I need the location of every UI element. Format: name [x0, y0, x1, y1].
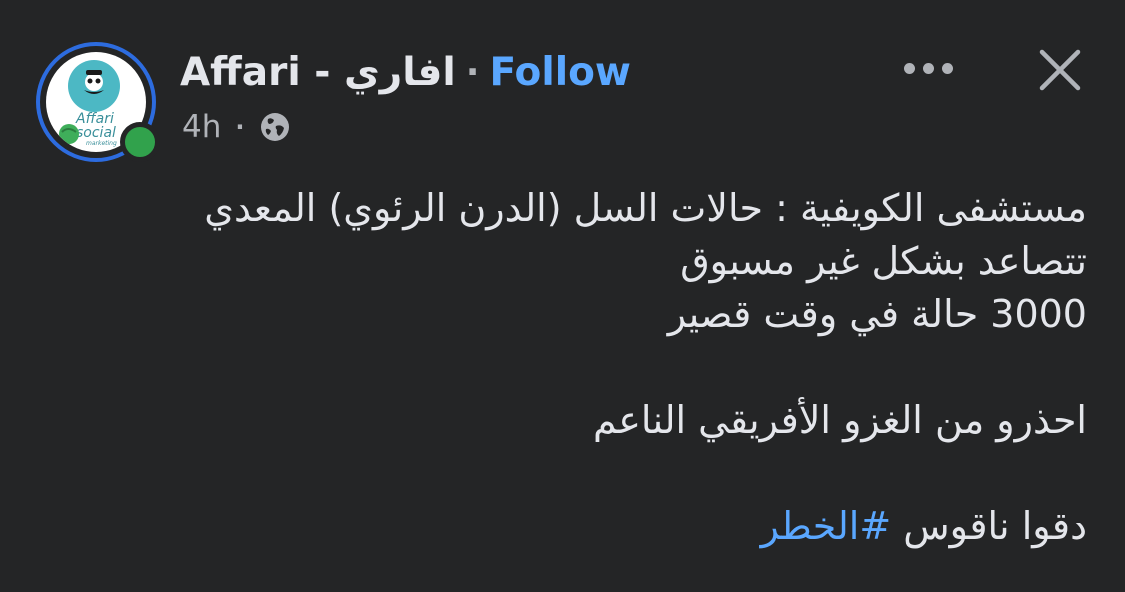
- more-options-icon[interactable]: [896, 46, 960, 90]
- post-text-line: دقوا ناقوس #الخطر: [27, 500, 1087, 553]
- page-avatar[interactable]: Affari social marketing: [36, 42, 160, 162]
- facebook-post: Affari social marketing Affari - افاري ·…: [0, 0, 1125, 592]
- post-text-segment: دقوا ناقوس: [891, 504, 1087, 548]
- logo-globe-icon: [59, 124, 79, 144]
- meta-separator: ·: [235, 113, 245, 141]
- post-header: Affari - افاري · Follow: [180, 44, 631, 100]
- post-meta: 4h ·: [182, 104, 291, 150]
- hashtag-link[interactable]: #الخطر: [761, 504, 892, 548]
- logo-brand-tagline: marketing: [86, 140, 117, 147]
- post-text-line: 3000 حالة في وقت قصير: [667, 292, 1087, 336]
- logo-mascot-icon: [68, 60, 120, 112]
- close-icon[interactable]: [1032, 42, 1088, 98]
- post-text-line: تتصاعد بشكل غير مسبوق: [680, 239, 1087, 283]
- post-timestamp[interactable]: 4h: [182, 109, 221, 145]
- post-text-line: مستشفى الكويفية : حالات السل (الدرن الرئ…: [204, 186, 1087, 230]
- post-text: مستشفى الكويفية : حالات السل (الدرن الرئ…: [27, 182, 1087, 553]
- header-separator: ·: [465, 51, 480, 93]
- page-name-link[interactable]: Affari - افاري: [180, 50, 456, 95]
- logo-brand-text: Affari: [76, 111, 114, 127]
- globe-icon[interactable]: [259, 111, 291, 143]
- online-status-badge: [120, 122, 160, 162]
- follow-button[interactable]: Follow: [489, 50, 630, 95]
- post-text-line: احذرو من الغزو الأفريقي الناعم: [592, 398, 1087, 442]
- logo-brand-subtext: social: [76, 125, 116, 141]
